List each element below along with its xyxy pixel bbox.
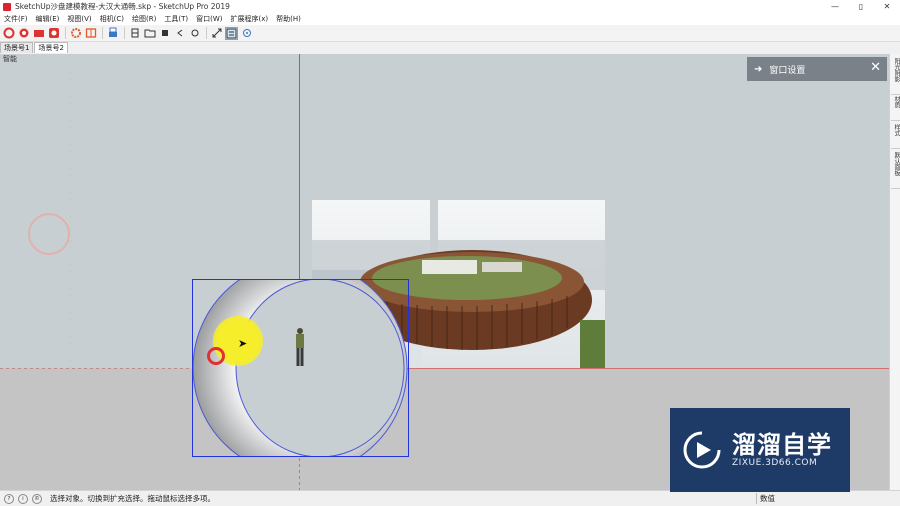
outliner-icon[interactable] bbox=[225, 26, 238, 40]
extension-warehouse-icon[interactable] bbox=[17, 27, 30, 40]
measurements-box[interactable]: 数值 bbox=[756, 493, 900, 504]
zoom-extents-icon[interactable] bbox=[210, 27, 223, 40]
default-tray: 阳光阴影 材质 样式 默认面板 bbox=[889, 54, 900, 490]
window-title: SketchUp沙盘建模教程-大汉大通畅.skp - SketchUp Pro … bbox=[15, 2, 230, 11]
tray-tab-default[interactable]: 默认面板 bbox=[891, 152, 900, 189]
menu-tools[interactable]: 工具(T) bbox=[164, 14, 188, 24]
instructor-icon[interactable]: © bbox=[32, 493, 42, 504]
green-axis bbox=[70, 54, 71, 368]
window-controls: — ▯ ✕ bbox=[822, 0, 900, 13]
menu-camera[interactable]: 相机(C) bbox=[100, 14, 124, 24]
minimize-button[interactable]: — bbox=[822, 0, 848, 13]
measurements-label: 数值 bbox=[760, 494, 775, 503]
menu-bar: 文件(F) 编辑(E) 视图(V) 相机(C) 绘图(R) 工具(T) 窗口(W… bbox=[0, 13, 900, 25]
maximize-button[interactable]: ▯ bbox=[848, 0, 874, 13]
credits-icon[interactable]: i bbox=[18, 493, 28, 504]
view-open-icon[interactable] bbox=[143, 27, 156, 40]
target-icon[interactable] bbox=[240, 27, 253, 40]
ghost-click-indicator bbox=[28, 213, 70, 255]
share-model-icon[interactable] bbox=[32, 27, 45, 40]
sketchup-app-icon bbox=[3, 2, 11, 11]
scene-tabs: 场景号1 场景号2 bbox=[0, 42, 69, 53]
play-logo-icon bbox=[683, 431, 721, 469]
selection-bounding-box bbox=[192, 279, 409, 457]
tray-tab-styles[interactable]: 样式 bbox=[891, 124, 900, 149]
menu-extensions[interactable]: 扩展程序(x) bbox=[230, 14, 268, 24]
component-icon[interactable] bbox=[84, 27, 97, 40]
view-back-icon[interactable] bbox=[173, 27, 186, 40]
viewport-mode-label: 智能 bbox=[3, 55, 17, 63]
arrow-right-icon: ➜ bbox=[754, 63, 763, 75]
toolbar bbox=[0, 25, 900, 42]
layout-icon[interactable] bbox=[47, 27, 60, 40]
view-rotate-icon[interactable] bbox=[188, 27, 201, 40]
click-indicator-ring bbox=[207, 347, 225, 365]
geo-location-icon[interactable]: ? bbox=[4, 493, 14, 504]
status-message: 选择对象。切换到扩充选择。拖动鼠标选择多项。 bbox=[50, 494, 215, 503]
watermark-url: ZIXUE.3D66.COM bbox=[732, 458, 818, 468]
view-solid-icon[interactable] bbox=[158, 27, 171, 40]
toolbar-separator bbox=[124, 27, 125, 39]
view-front-icon[interactable] bbox=[128, 27, 141, 40]
scale-figure[interactable] bbox=[293, 327, 307, 368]
toolbar-separator bbox=[206, 27, 207, 39]
watermark-logo: 溜溜自学 ZIXUE.3D66.COM bbox=[670, 408, 850, 492]
arrow-cursor-icon: ➤ bbox=[238, 337, 248, 350]
close-icon[interactable]: ✕ bbox=[870, 60, 881, 75]
toolbar-separator bbox=[102, 27, 103, 39]
title-bar: SketchUp沙盘建模教程-大汉大通畅.skp - SketchUp Pro … bbox=[0, 0, 900, 13]
panel-title: 窗口设置 bbox=[769, 65, 806, 76]
scene-tab-1[interactable]: 场景号1 bbox=[0, 42, 34, 53]
print-icon[interactable] bbox=[106, 27, 119, 40]
menu-file[interactable]: 文件(F) bbox=[4, 14, 28, 24]
settings-gear-icon[interactable] bbox=[69, 27, 82, 40]
scene-tab-2[interactable]: 场景号2 bbox=[34, 42, 68, 53]
toolbar-separator bbox=[65, 27, 66, 39]
watermark-title: 溜溜自学 bbox=[732, 431, 832, 459]
tray-tab-shadows[interactable]: 阳光阴影 bbox=[891, 58, 900, 95]
menu-help[interactable]: 帮助(H) bbox=[276, 14, 301, 24]
warehouse-icon[interactable] bbox=[2, 27, 15, 40]
menu-draw[interactable]: 绘图(R) bbox=[132, 14, 156, 24]
menu-window[interactable]: 窗口(W) bbox=[196, 14, 222, 24]
window-settings-panel[interactable]: ➜ 窗口设置 ✕ bbox=[747, 57, 887, 81]
tray-tab-materials[interactable]: 材质 bbox=[891, 96, 900, 121]
close-button[interactable]: ✕ bbox=[874, 0, 900, 13]
status-bar: ? i © 选择对象。切换到扩充选择。拖动鼠标选择多项。 数值 bbox=[0, 490, 900, 506]
menu-view[interactable]: 视图(V) bbox=[67, 14, 91, 24]
menu-edit[interactable]: 编辑(E) bbox=[36, 14, 60, 24]
